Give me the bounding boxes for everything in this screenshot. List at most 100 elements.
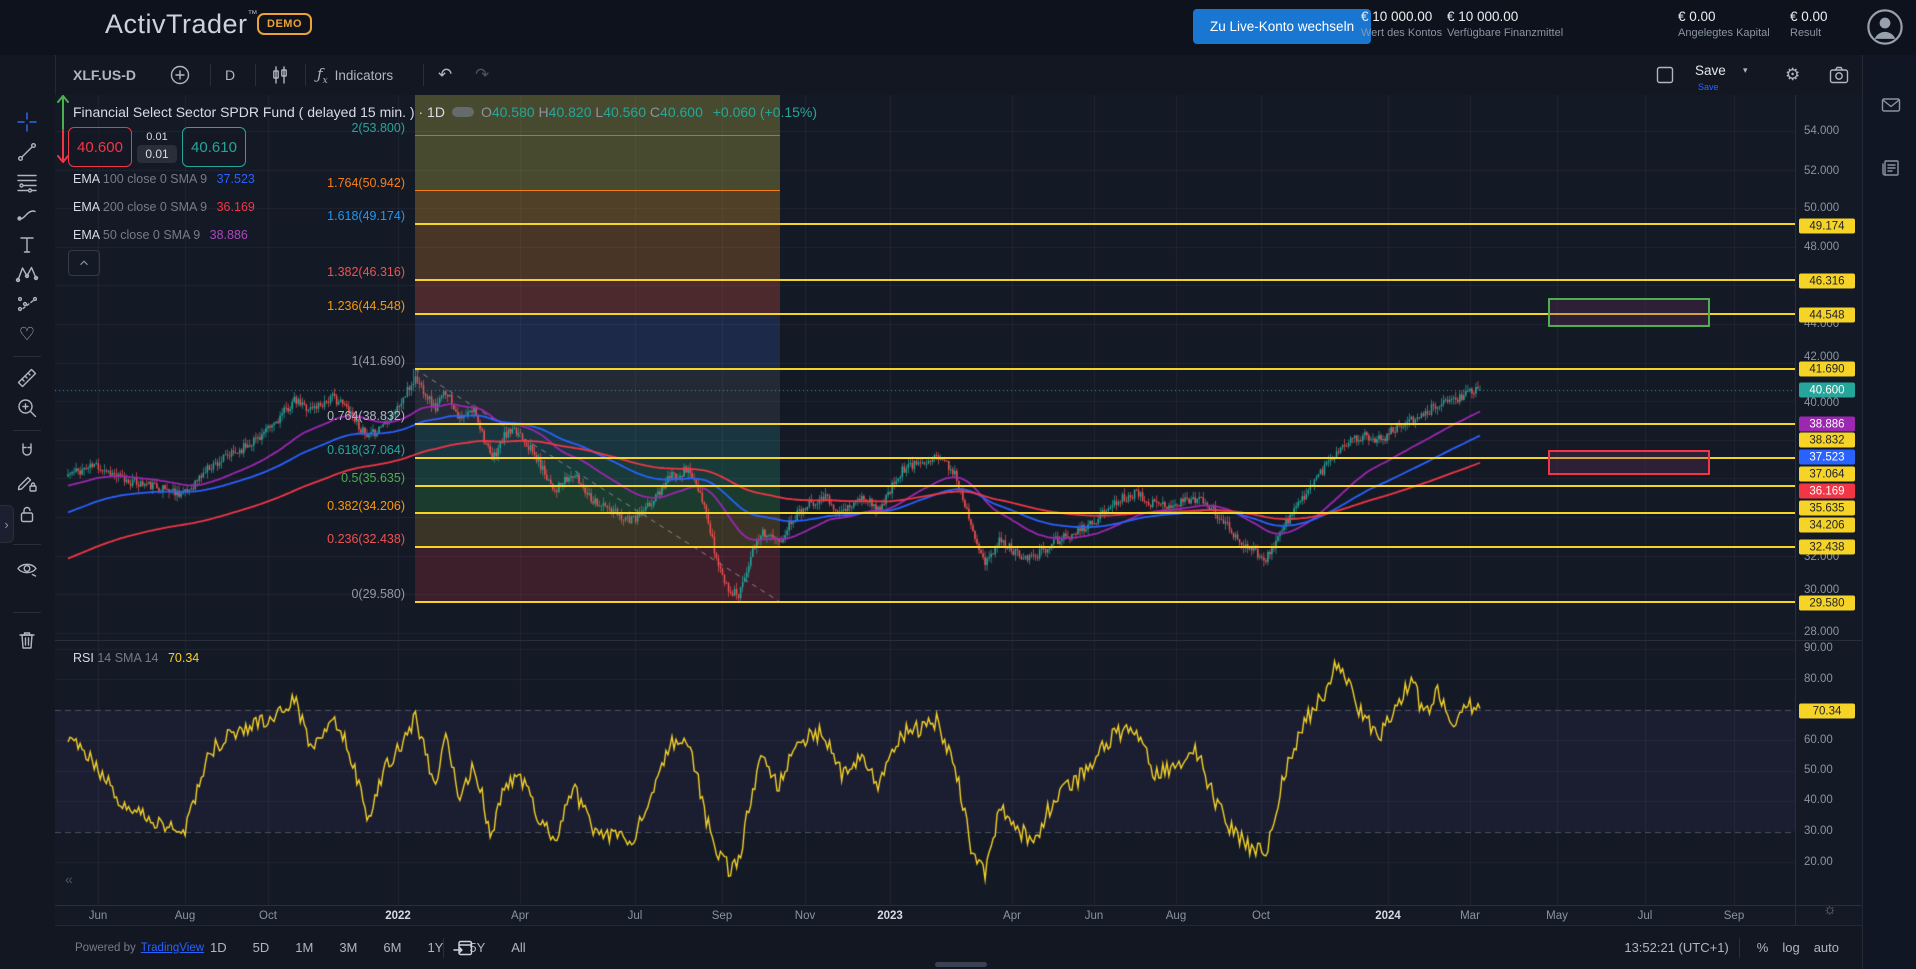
fib-retracement-tool-button[interactable] [10,168,44,198]
order-widget: 40.600 0.01 0.01 40.610 [68,127,246,167]
rsi-legend[interactable]: RSI 14 SMA 14 70.34 [73,651,199,665]
price-level-line[interactable] [415,485,1795,487]
demo-badge: DEMO [257,13,312,35]
log-scale-button[interactable]: log [1775,936,1806,959]
range-button-1y[interactable]: 1Y [420,936,450,959]
indicator-params: 100 close 0 SMA 9 [103,172,207,186]
compare-add-icon[interactable] [168,55,192,95]
time-axis-label: 2024 [1375,910,1401,922]
indicators-button[interactable]: ƒx Indicators [317,55,393,95]
expand-watchlist-handle[interactable]: › [0,505,14,543]
zoom-in-tool-button[interactable] [10,393,44,423]
price-badge: 49.174 [1799,219,1855,234]
trend-line-icon [15,140,39,164]
range-button-6m[interactable]: 6M [376,936,408,959]
mail-button[interactable] [1874,90,1908,120]
ema-legend-row[interactable]: EMA 200 close 0 SMA 9 36.169 [73,200,255,214]
time-axis-label: Nov [795,910,815,922]
forecast-tool-button[interactable] [10,289,44,319]
price-level-line[interactable] [415,512,1795,514]
ruler-tool-button[interactable] [10,363,44,393]
remove-all-drawings-tool-button[interactable] [10,625,44,655]
drawing-sync-lock-tool-button[interactable] [10,468,44,498]
remove-all-drawings-icon [15,628,39,652]
price-level-line[interactable] [415,423,1795,425]
fib-level-label: 1.382(46.316) [55,265,405,279]
demand-zone-box[interactable] [1548,450,1710,475]
pane-divider[interactable] [55,640,1862,641]
time-axis-label: Oct [259,910,277,922]
collapse-legend-button[interactable] [68,250,100,276]
rsi-scale-label: 40.00 [1804,794,1833,806]
toolbar-divider [423,64,424,86]
price-level-line[interactable] [415,279,1795,281]
price-level-line[interactable] [415,368,1795,370]
crosshair-tool-button[interactable] [10,107,44,137]
range-button-1d[interactable]: 1D [203,936,234,959]
range-button-1m[interactable]: 1M [288,936,320,959]
symbol-button[interactable]: XLF.US-D [73,55,136,95]
price-level-line[interactable] [415,601,1795,603]
undo-icon[interactable]: ↶ [438,55,452,95]
brush-icon [15,202,39,226]
mail-icon [1879,93,1903,117]
price-badge: 38.886 [1799,417,1855,432]
ema-legend-row[interactable]: EMA 50 close 0 SMA 9 38.886 [73,228,248,242]
brush-tool-button[interactable] [10,199,44,229]
magnet-tool-button[interactable] [10,437,44,467]
layout-select-button[interactable] [1653,55,1677,95]
trend-line-tool-button[interactable] [10,137,44,167]
toolbar-divider [305,64,306,86]
supply-zone-box[interactable] [1548,298,1710,327]
percent-scale-button[interactable]: % [1750,936,1776,959]
time-axis[interactable]: JunAugOct2022AprJulSepNov2023AprJunAugOc… [55,905,1862,926]
camera-snapshot-icon[interactable] [1827,55,1851,95]
sell-button[interactable]: 40.600 [68,127,132,167]
hide-all-drawings-tool-button[interactable] [10,553,44,583]
text-icon [15,233,39,257]
goto-date-button[interactable] [451,926,475,969]
interval-button[interactable]: D [225,55,235,95]
range-button-all[interactable]: All [504,936,532,959]
tradingview-link[interactable]: TradingView [141,942,204,954]
xabcd-pattern-tool-button[interactable] [10,259,44,289]
time-axis-label: Apr [511,910,529,922]
range-button-3m[interactable]: 3M [332,936,364,959]
redo-icon[interactable]: ↷ [475,55,489,95]
time-axis-label: Sep [712,910,732,922]
auto-scale-button[interactable]: auto [1807,936,1846,959]
settings-gear-icon[interactable]: ⚙ [1785,55,1800,95]
zoom-in-icon [15,396,39,420]
pane-settings-icon[interactable]: ☼ [1823,901,1837,918]
fib-level-label: 0.5(35.635) [55,471,405,485]
spread-display: 0.01 0.01 [132,131,182,163]
price-level-line[interactable] [415,546,1795,548]
ema-legend-row[interactable]: EMA 100 close 0 SMA 9 37.523 [73,172,255,186]
range-button-5d[interactable]: 5D [246,936,277,959]
instrument-title[interactable]: Financial Select Sector SPDR Fund ( dela… [73,104,445,120]
chart-style-candles-icon[interactable] [268,55,292,95]
toolbar-divider [13,612,41,613]
save-menu-caret[interactable]: ▾ [1743,50,1748,90]
emoji-heart-tool-button[interactable]: ♡ [10,319,44,349]
fib-level-label: 0.236(32.438) [55,532,405,546]
horizontal-scrollbar[interactable] [935,962,987,967]
time-axis-label: Jul [1638,910,1653,922]
clock-label[interactable]: 13:52:21 (UTC+1) [1624,940,1728,955]
scroll-left-icon[interactable]: « [65,871,73,887]
xabcd-pattern-icon [15,262,39,286]
text-tool-button[interactable] [10,230,44,260]
lock-all-drawings-tool-button[interactable] [10,499,44,529]
time-axis-label: Jun [89,910,108,922]
price-axis[interactable]: 54.00052.00050.00048.00044.00042.00040.0… [1795,95,1863,925]
ruler-icon [15,366,39,390]
fib-level-label: 0.764(38.832) [55,409,405,423]
switch-to-live-button[interactable]: Zu Live-Konto wechseln [1193,9,1371,44]
user-avatar-icon[interactable] [1866,8,1904,46]
buy-button[interactable]: 40.610 [182,127,246,167]
price-scale-label: 28.000 [1804,626,1839,638]
available-funds-stat: € 10 000.00Verfügbare Finanzmittel [1447,9,1563,39]
news-button[interactable] [1874,153,1908,183]
price-level-line[interactable] [415,223,1795,225]
price-scale-label: 30.000 [1804,584,1839,596]
